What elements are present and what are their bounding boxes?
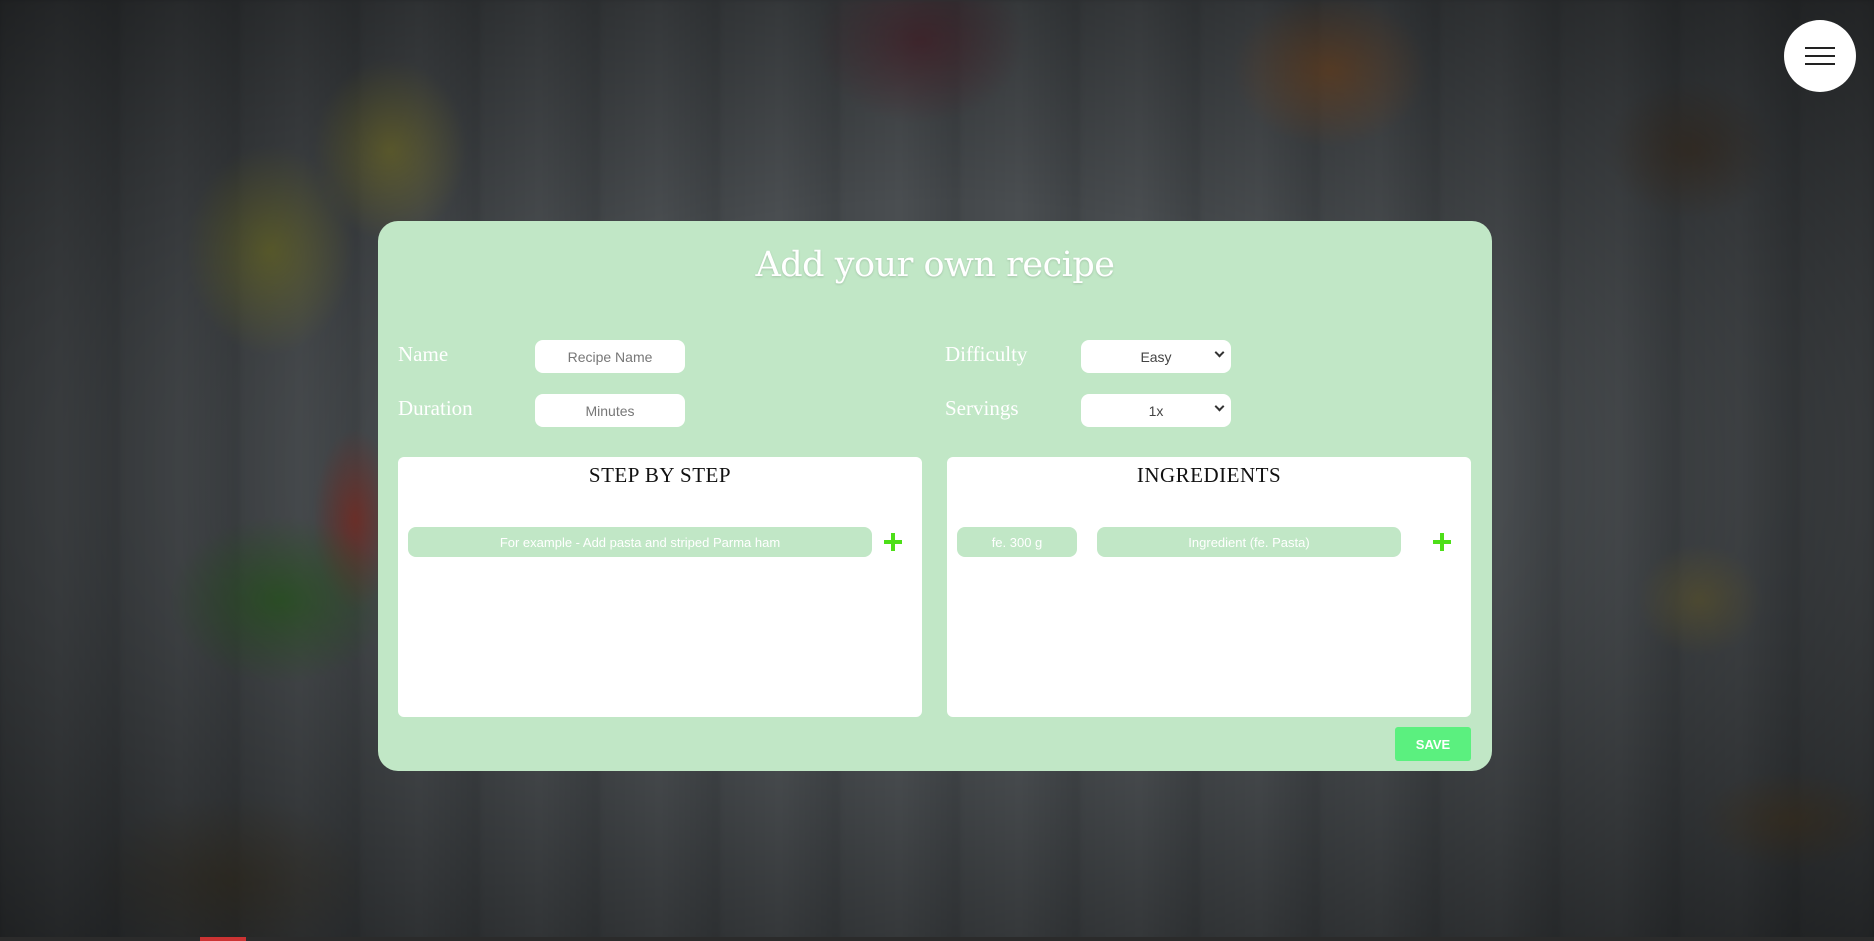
steps-title: STEP BY STEP (588, 463, 732, 487)
chevron-down-icon (1214, 401, 1225, 412)
chevron-down-icon (1214, 347, 1225, 358)
menu-line-icon (1805, 55, 1835, 57)
difficulty-select[interactable]: Easy (1081, 340, 1231, 373)
servings-select[interactable]: 1x (1081, 394, 1231, 427)
bottom-bar (0, 937, 1874, 941)
page-title: Add your own recipe (755, 245, 1115, 285)
servings-label: Servings (945, 396, 1019, 420)
duration-label: Duration (398, 396, 473, 420)
step-input[interactable] (408, 527, 872, 557)
duration-input[interactable] (535, 394, 685, 427)
servings-value: 1x (1148, 402, 1164, 419)
save-button[interactable]: SAVE (1395, 727, 1471, 761)
ingredients-panel: INGREDIENTS (947, 457, 1471, 717)
name-label: Name (398, 342, 449, 366)
ingredients-title: INGREDIENTS (1136, 463, 1282, 487)
difficulty-label: Difficulty (945, 342, 1028, 366)
add-recipe-card: Add your own recipe Name Duration Diffic… (378, 221, 1492, 771)
recipe-name-input[interactable] (535, 340, 685, 373)
add-ingredient-plus-icon[interactable] (1433, 533, 1451, 551)
ingredient-name-input[interactable] (1097, 527, 1401, 557)
menu-line-icon (1805, 63, 1835, 65)
difficulty-value: Easy (1140, 348, 1172, 365)
hamburger-menu-button[interactable] (1784, 20, 1856, 92)
add-step-plus-icon[interactable] (884, 533, 902, 551)
menu-line-icon (1805, 47, 1835, 49)
steps-panel: STEP BY STEP (398, 457, 922, 717)
ingredient-amount-input[interactable] (957, 527, 1077, 557)
bottom-bar-marker (200, 937, 246, 941)
